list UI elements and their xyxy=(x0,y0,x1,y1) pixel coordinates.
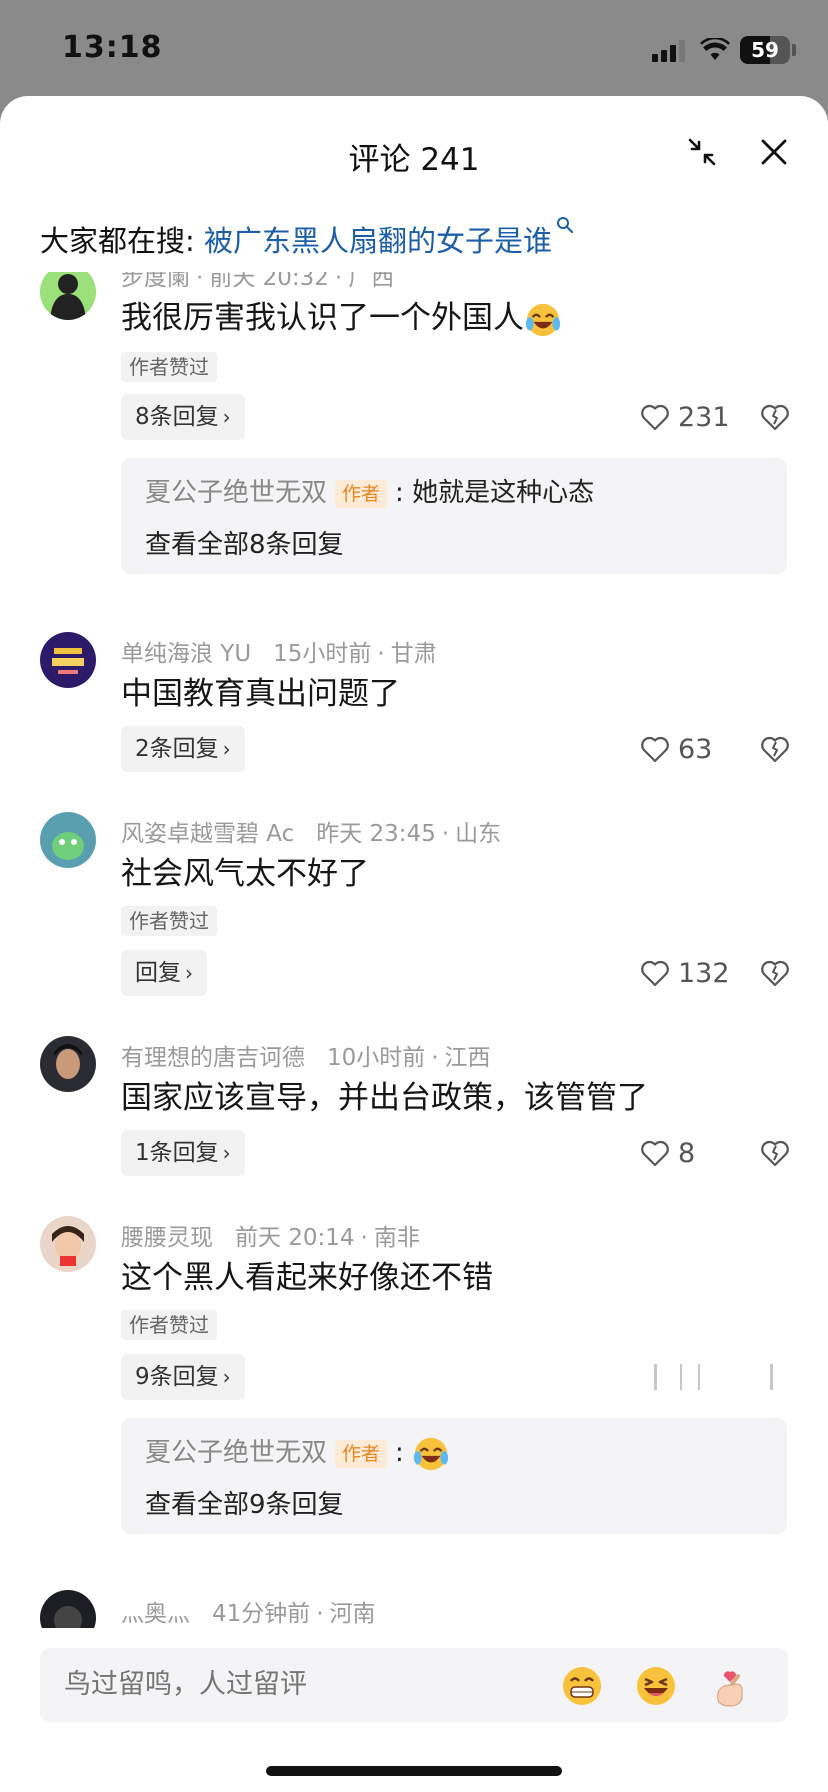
heart-icon xyxy=(641,960,669,987)
comment-text[interactable]: 中国教育真出问题了 xyxy=(121,668,400,713)
like-count: 132 xyxy=(678,957,730,989)
like-count: 231 xyxy=(678,401,730,433)
avatar[interactable] xyxy=(40,1036,96,1092)
avatar[interactable] xyxy=(40,632,96,688)
comment-location: 南非 xyxy=(373,1225,420,1251)
comment-time: 昨天 23:45 xyxy=(316,821,436,847)
comment-composer[interactable] xyxy=(40,1648,788,1722)
comment-sheet: 评论 241 大家都在搜: 被广东黑人扇翻的女子是谁 步度阑 · 前天 20:32 ·… xyxy=(0,96,828,1792)
laughing-crying-emoji xyxy=(413,1437,449,1470)
comment-list[interactable]: 步度阑 · 前天 20:32 · 广西 我很厉害我认识了一个外国人 作者赞过 8条回复 ›… xyxy=(0,272,828,1628)
comment-meta: 步度阑 · 前天 20:32 · 广西 xyxy=(121,272,394,292)
collapse-icon[interactable] xyxy=(686,136,718,168)
reply-username[interactable]: 夏公子绝世无双 xyxy=(145,1438,327,1468)
comment-meta: 风姿卓越雪碧 Ac 昨天 23:45 · 山东 xyxy=(121,821,502,847)
like-count: 63 xyxy=(678,733,713,765)
laughing-crying-emoji xyxy=(525,303,561,336)
avatar[interactable] xyxy=(40,812,96,868)
heart-icon xyxy=(641,404,669,431)
comment-meta: 灬奥灬 41分钟前 · 河南 xyxy=(121,1601,376,1627)
avatar[interactable] xyxy=(40,1590,96,1628)
view-replies-button[interactable]: 1条回复 › xyxy=(121,1130,245,1176)
comment-username[interactable]: 有理想的唐吉诃德 xyxy=(121,1045,305,1071)
status-time: 13:18 xyxy=(62,30,163,65)
view-all-replies[interactable]: 查看全部9条回复 xyxy=(145,1484,344,1521)
heart-icon xyxy=(641,736,669,763)
comment-meta: 腰腰灵现 前天 20:14 · 南非 xyxy=(121,1225,420,1251)
chevron-right-icon: › xyxy=(222,1365,231,1389)
avatar[interactable] xyxy=(40,272,96,320)
search-icon[interactable] xyxy=(556,216,574,234)
comment-time: 10小时前 xyxy=(326,1045,426,1071)
close-icon[interactable] xyxy=(758,136,790,168)
home-indicator xyxy=(266,1766,562,1776)
battery-icon: 59 xyxy=(740,36,790,64)
dislike-icon[interactable] xyxy=(760,958,790,988)
view-replies-button[interactable]: 8条回复 › xyxy=(121,394,245,440)
heart-icon xyxy=(641,1140,669,1167)
loading-placeholder xyxy=(650,1360,780,1394)
author-liked-badge: 作者赞过 xyxy=(121,906,217,936)
comment-username[interactable]: 风姿卓越雪碧 Ac xyxy=(121,821,294,847)
comment-text[interactable]: 社会风气太不好了 xyxy=(121,848,369,893)
comment-input[interactable] xyxy=(64,1648,524,1722)
view-replies-button[interactable]: 2条回复 › xyxy=(121,726,245,772)
hot-search-label: 大家都在搜: xyxy=(40,224,204,258)
battery-tip xyxy=(792,44,796,56)
comment-username[interactable]: 步度阑 xyxy=(121,272,190,291)
cellular-signal-icon xyxy=(652,40,686,62)
dislike-icon[interactable] xyxy=(760,402,790,432)
comment-text[interactable]: 这个黑人看起来好像还不错 xyxy=(121,1252,493,1297)
comment-username[interactable]: 灬奥灬 xyxy=(121,1601,190,1627)
like-button[interactable]: 231 xyxy=(640,394,730,440)
finger-heart-emoji[interactable] xyxy=(708,1664,752,1708)
comment-location: 甘肃 xyxy=(390,641,437,667)
reply-line: 夏公子绝世无双 作者: 她就是这种心态 xyxy=(145,478,595,508)
author-tag: 作者 xyxy=(335,479,388,508)
like-button[interactable]: 8 xyxy=(640,1130,695,1176)
battery-level: 59 xyxy=(751,38,779,62)
comment-username[interactable]: 单纯海浪 YU xyxy=(121,641,251,667)
comment-time: 前天 20:32 xyxy=(209,272,329,291)
author-tag: 作者 xyxy=(335,1439,388,1468)
author-liked-badge: 作者赞过 xyxy=(121,1310,217,1340)
comment-text[interactable]: 我很厉害我认识了一个外国人 xyxy=(121,292,562,339)
view-replies-button[interactable]: 9条回复 › xyxy=(121,1354,245,1400)
status-bar: 13:18 59 xyxy=(0,0,828,96)
comment-location: 山东 xyxy=(455,821,502,847)
comment-meta: 单纯海浪 YU 15小时前 · 甘肃 xyxy=(121,641,437,667)
chevron-right-icon: › xyxy=(222,737,231,761)
comment-location: 江西 xyxy=(444,1045,491,1071)
reply-thread[interactable]: 夏公子绝世无双 作者: 她就是这种心态 查看全部8条回复 xyxy=(121,458,787,574)
comment-username[interactable]: 腰腰灵现 xyxy=(121,1225,213,1251)
wifi-icon xyxy=(700,38,730,60)
comment-location: 河南 xyxy=(329,1601,376,1627)
chevron-right-icon: › xyxy=(222,1141,231,1165)
like-button[interactable]: 132 xyxy=(640,950,730,996)
like-button[interactable]: 63 xyxy=(640,726,712,772)
hot-search: 大家都在搜: 被广东黑人扇翻的女子是谁 xyxy=(40,216,574,260)
chevron-right-icon: › xyxy=(222,405,231,429)
reply-button[interactable]: 回复 › xyxy=(121,950,207,996)
dislike-icon[interactable] xyxy=(760,1138,790,1168)
reply-line: 夏公子绝世无双 作者: xyxy=(145,1432,450,1473)
author-liked-badge: 作者赞过 xyxy=(121,352,217,382)
reply-username[interactable]: 夏公子绝世无双 xyxy=(145,478,327,508)
comment-meta: 有理想的唐吉诃德 10小时前 · 江西 xyxy=(121,1045,491,1071)
reply-text: 她就是这种心态 xyxy=(412,478,595,508)
comment-time: 15小时前 xyxy=(273,641,372,667)
comment-location: 广西 xyxy=(348,272,395,291)
reply-thread[interactable]: 夏公子绝世无双 作者: 查看全部9条回复 xyxy=(121,1418,787,1534)
comment-time: 41分钟前 xyxy=(211,1601,311,1627)
comment-text[interactable]: 国家应该宣导，并出台政策，该管管了 xyxy=(121,1072,648,1117)
avatar[interactable] xyxy=(40,1216,96,1272)
laughing-emoji[interactable] xyxy=(634,1664,678,1708)
like-count: 8 xyxy=(678,1137,696,1169)
chevron-right-icon: › xyxy=(185,961,193,985)
hot-search-link[interactable]: 被广东黑人扇翻的女子是谁 xyxy=(204,224,552,258)
dislike-icon[interactable] xyxy=(760,734,790,764)
view-all-replies[interactable]: 查看全部8条回复 xyxy=(145,524,344,561)
comment-time: 前天 20:14 xyxy=(234,1225,355,1251)
grinning-emoji[interactable] xyxy=(560,1664,604,1708)
